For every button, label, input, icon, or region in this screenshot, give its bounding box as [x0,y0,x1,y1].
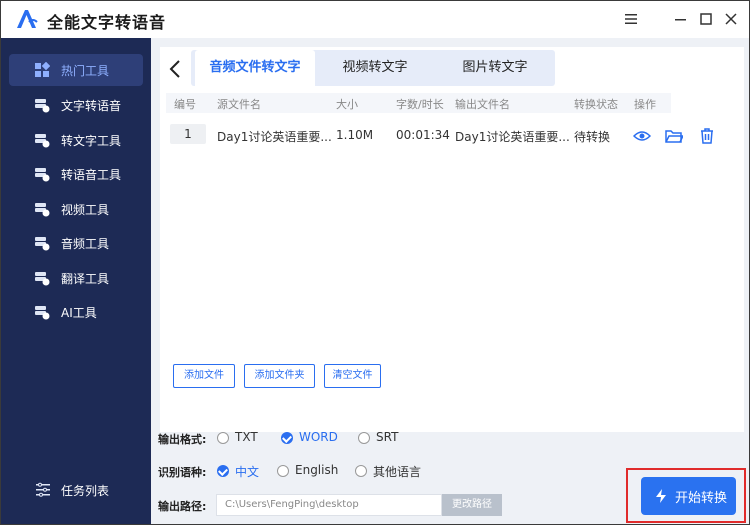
sidebar-item-ai-tools[interactable]: AI工具 [9,296,143,328]
sidebar: 热门工具 文字转语音 转文字工具 转语音工具 视频工具 音频工具 翻译工具 AI… [1,38,151,524]
to-speech-tools-icon [35,168,50,182]
lang-other-radio[interactable] [355,465,367,477]
sidebar-item-hot-tools[interactable]: 热门工具 [9,54,143,86]
format-txt-label: TXT [235,430,258,444]
sidebar-item-label: 文字转语音 [61,99,122,113]
format-txt-radio[interactable] [217,432,229,444]
video-tools-icon [35,203,50,217]
row-source-name: Day1讨论英语重要... [217,130,332,144]
audio-tools-icon [35,237,50,251]
sidebar-item-label: 转语音工具 [61,168,122,182]
maximize-icon[interactable] [698,11,714,27]
recognition-language-label: 识别语种: [158,466,207,479]
back-arrow-icon[interactable] [167,59,185,79]
col-number: 编号 [174,98,196,111]
eye-icon[interactable] [633,127,651,145]
output-path-label: 输出路径: [158,500,207,513]
hot-tools-icon [35,62,50,77]
clear-files-button[interactable]: 清空文件 [324,364,381,388]
task-list-icon [36,482,50,497]
lang-english-label: English [295,463,339,477]
convert-icon [656,489,666,503]
add-file-button[interactable]: 添加文件 [173,364,235,388]
row-status: 待转换 [574,130,611,144]
app-logo-icon [17,10,38,28]
app-window: 全能文字转语音 热门工具 文字转语音 转文字工具 转语音工具 视频工具 音频工具… [0,0,750,525]
row-number: 1 [170,124,206,144]
start-button-highlight: 开始转换 [626,468,746,523]
trash-icon[interactable] [698,127,716,145]
sidebar-item-label: AI工具 [61,306,97,320]
tab-audio-to-text[interactable]: 音频文件转文字 [195,50,315,86]
title-bar: 全能文字转语音 [1,1,749,38]
start-convert-label: 开始转换 [675,491,728,506]
task-list-label: 任务列表 [61,484,110,498]
tab-video-to-text[interactable]: 视频转文字 [315,50,435,86]
tab-bar: 音频文件转文字 视频转文字 图片转文字 [191,50,555,86]
format-srt-label: SRT [376,430,399,444]
ai-tools-icon [35,306,50,320]
sidebar-item-to-speech-tools[interactable]: 转语音工具 [9,158,143,190]
to-text-tools-icon [35,134,50,148]
close-icon[interactable] [723,11,739,27]
lang-chinese-label: 中文 [235,465,260,479]
table-row: 1 Day1讨论英语重要... 1.10M 00:01:34 Day1讨论英语重… [166,123,736,149]
row-size: 1.10M [336,128,374,142]
main-area: 音频文件转文字 视频转文字 图片转文字 编号 源文件名 大小 字数/时长 输出文… [151,38,749,524]
col-output-name: 输出文件名 [455,98,510,111]
col-source-name: 源文件名 [217,98,261,111]
text-to-speech-icon [35,99,50,113]
add-folder-button[interactable]: 添加文件夹 [244,364,315,388]
tab-image-to-text[interactable]: 图片转文字 [435,50,555,86]
translate-tools-icon [35,272,50,286]
output-path-input[interactable]: C:\Users\FengPing\desktop [216,494,442,516]
col-actions: 操作 [634,98,656,111]
format-word-label: WORD [299,430,338,444]
format-word-radio[interactable] [281,432,293,444]
change-path-button[interactable]: 更改路径 [442,494,502,516]
lang-other-label: 其他语言 [373,465,422,479]
folder-icon[interactable] [665,127,683,145]
row-duration: 00:01:34 [396,128,450,142]
task-list-button[interactable]: 任务列表 [9,474,143,506]
sidebar-item-label: 翻译工具 [61,272,110,286]
sidebar-item-label: 转文字工具 [61,134,122,148]
table-header: 编号 源文件名 大小 字数/时长 输出文件名 转换状态 [166,93,671,113]
sidebar-item-video-tools[interactable]: 视频工具 [9,193,143,225]
sidebar-item-translate-tools[interactable]: 翻译工具 [9,262,143,294]
sidebar-item-audio-tools[interactable]: 音频工具 [9,227,143,259]
row-output-name: Day1讨论英语重要... [455,130,570,144]
menu-icon[interactable] [623,11,639,27]
col-size: 大小 [336,98,358,111]
sidebar-item-label: 音频工具 [61,237,110,251]
format-srt-radio[interactable] [358,432,370,444]
col-duration: 字数/时长 [396,98,444,111]
output-format-label: 输出格式: [158,433,207,446]
sidebar-item-label: 热门工具 [61,64,110,78]
sidebar-item-to-text-tools[interactable]: 转文字工具 [9,124,143,156]
col-status: 转换状态 [574,98,618,111]
lang-chinese-radio[interactable] [217,465,229,477]
sidebar-item-text-to-speech[interactable]: 文字转语音 [9,89,143,121]
app-title: 全能文字转语音 [47,13,167,32]
start-convert-button[interactable]: 开始转换 [641,477,736,515]
minimize-icon[interactable] [673,11,689,27]
file-panel: 音频文件转文字 视频转文字 图片转文字 编号 源文件名 大小 字数/时长 输出文… [160,47,744,432]
lang-english-radio[interactable] [277,465,289,477]
sidebar-item-label: 视频工具 [61,203,110,217]
